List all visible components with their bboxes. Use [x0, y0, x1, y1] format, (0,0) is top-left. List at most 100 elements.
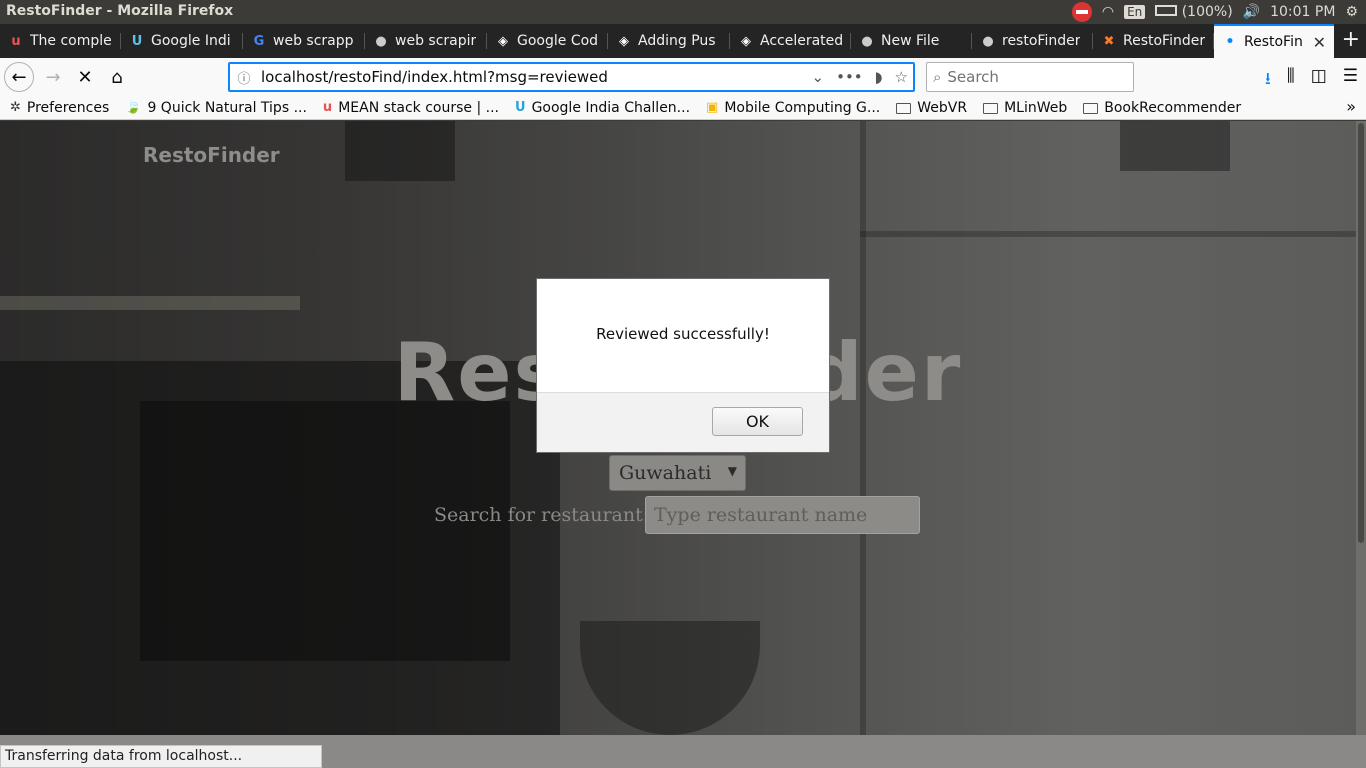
back-button[interactable]: ← — [4, 62, 34, 92]
tab-10[interactable]: • RestoFin ✕ — [1214, 24, 1334, 58]
home-button[interactable]: ⌂ — [102, 62, 132, 92]
city-selected-value: Guwahati — [619, 462, 712, 484]
udemy-icon: u — [11, 33, 21, 49]
clock[interactable]: 10:01 PM — [1270, 4, 1335, 20]
chevron-down-icon[interactable]: ⌄ — [812, 68, 825, 86]
background-lamp — [1120, 121, 1230, 171]
ok-button[interactable]: OK — [712, 407, 803, 436]
battery-indicator[interactable]: (100%) — [1155, 4, 1233, 20]
bookmarks-toolbar: ✲ Preferences 🍃 9 Quick Natural Tips ... u ME… — [0, 96, 1366, 120]
url-text[interactable]: localhost/restoFind/index.html?msg=revie… — [259, 68, 812, 86]
loading-dot-icon: • — [1225, 34, 1235, 50]
background-coffee-machine — [140, 401, 510, 661]
alert-footer: OK — [537, 392, 829, 452]
new-tab-plus-icon[interactable]: + — [1342, 27, 1360, 52]
settings-gear-icon[interactable]: ⚙ — [1345, 4, 1358, 20]
bookmark-item[interactable]: 🍃 9 Quick Natural Tips ... — [125, 100, 307, 116]
status-text: Transferring data from localhost... — [0, 745, 322, 768]
window-title: RestoFinder - Mozilla Firefox — [6, 3, 234, 19]
no-entry-icon[interactable] — [1071, 2, 1092, 22]
volume-icon[interactable]: 🔊 — [1243, 4, 1260, 20]
bookmark-item[interactable]: MLinWeb — [983, 100, 1067, 116]
tab-3[interactable]: ● web scrapir — [365, 24, 487, 58]
restaurant-search-input[interactable]: Type restaurant name — [645, 496, 920, 534]
library-icon[interactable]: ⫼ — [1287, 66, 1295, 95]
web-icon: ◈ — [619, 33, 629, 49]
city-select[interactable]: Guwahati ▼ — [609, 455, 746, 491]
tab-4[interactable]: ◈ Google Cod — [487, 24, 608, 58]
bookmark-item[interactable]: ✲ Preferences — [10, 100, 109, 116]
pocket-icon[interactable]: ◗ — [875, 68, 883, 86]
tab-strip: u The comple U Google Indi Gweb scrapp ● web s… — [0, 24, 1366, 58]
sidebar-icon[interactable]: ◫ — [1311, 66, 1327, 95]
background-window-frame — [860, 121, 866, 735]
gear-icon: ✲ — [10, 100, 21, 115]
bookmark-label: BookRecommender — [1104, 99, 1242, 116]
tab-label: Google Indi — [151, 33, 231, 49]
hackerearth-icon: U — [131, 33, 143, 49]
tab-label: Google Cod — [517, 33, 599, 49]
bookmark-item[interactable]: ▣ Mobile Computing G... — [706, 100, 880, 116]
bookmark-label: WebVR — [917, 99, 968, 116]
github-icon: ● — [982, 33, 994, 49]
keyboard-layout-indicator[interactable]: En — [1124, 5, 1146, 19]
bookmark-label: MEAN stack course | ... — [338, 99, 499, 116]
restaurant-search-label: Search for restaurant: — [434, 504, 650, 526]
tab-label: The comple — [30, 33, 112, 49]
tab-9[interactable]: ✖ RestoFinder — [1093, 24, 1214, 58]
search-placeholder: Search — [947, 68, 999, 86]
chevron-down-icon: ▼ — [727, 464, 737, 478]
os-top-panel: RestoFinder - Mozilla Firefox ◠ En (100%… — [0, 0, 1366, 24]
url-bar[interactable]: ⓘ localhost/restoFind/index.html?msg=rev… — [228, 62, 915, 92]
hamburger-menu-icon[interactable]: ☰ — [1343, 66, 1358, 95]
alert-message: Reviewed successfully! — [596, 325, 770, 343]
tab-8[interactable]: ● restoFinder — [972, 24, 1093, 58]
page-actions-icon[interactable]: ••• — [836, 68, 863, 86]
background-cup — [580, 621, 760, 735]
home-icon: ⌂ — [111, 66, 123, 88]
tab-0[interactable]: u The comple — [0, 24, 121, 58]
github-icon: ● — [861, 33, 873, 49]
chevron-double-right-icon[interactable]: » — [1346, 97, 1356, 116]
google-icon: G — [253, 33, 265, 49]
site-info-icon[interactable]: ⓘ — [229, 68, 259, 87]
folder-icon — [983, 103, 999, 114]
tab-label: New File — [881, 33, 940, 49]
web-icon: ◈ — [741, 33, 751, 49]
bookmark-item[interactable]: U Google India Challen... — [515, 100, 690, 116]
forward-button[interactable]: → — [38, 62, 68, 92]
tab-7[interactable]: ● New File — [851, 24, 972, 58]
bookmark-item[interactable]: u MEAN stack course | ... — [323, 100, 499, 116]
xampp-icon: ✖ — [1103, 33, 1115, 49]
bookmark-star-icon[interactable]: ☆ — [895, 68, 908, 86]
wifi-icon[interactable]: ◠ — [1102, 4, 1114, 20]
restaurant-search-placeholder: Type restaurant name — [654, 504, 868, 526]
search-icon: ⌕ — [933, 68, 942, 86]
tab-5[interactable]: ◈ Adding Pus — [608, 24, 730, 58]
status-area: Transferring data from localhost... — [0, 735, 1366, 768]
stop-x-icon: ✕ — [77, 66, 93, 88]
bookmark-item[interactable]: WebVR — [896, 100, 967, 116]
web-icon: ◈ — [498, 33, 508, 49]
bookmark-label: Mobile Computing G... — [724, 99, 881, 116]
folder-icon — [1083, 103, 1099, 114]
download-icon[interactable]: ⭳ — [1265, 66, 1271, 95]
stop-button[interactable]: ✕ — [70, 62, 100, 92]
bookmark-item[interactable]: BookRecommender — [1083, 100, 1241, 116]
bookmark-label: MLinWeb — [1004, 99, 1068, 116]
site-brand-link[interactable]: RestoFinder — [143, 143, 280, 167]
page-scrollbar[interactable] — [1356, 121, 1366, 735]
arrow-right-icon: → — [45, 66, 61, 88]
bookmark-label: Google India Challen... — [531, 99, 691, 116]
tab-6[interactable]: ◈ Accelerated — [730, 24, 851, 58]
tab-label: restoFinder — [1002, 33, 1081, 49]
tab-label: Adding Pus — [638, 33, 716, 49]
tab-1[interactable]: U Google Indi — [121, 24, 243, 58]
tab-label: Accelerated — [760, 33, 844, 49]
arrow-left-icon: ← — [11, 66, 27, 88]
search-box[interactable]: ⌕ Search — [926, 62, 1134, 92]
hackerearth-icon: U — [515, 100, 526, 115]
tab-2[interactable]: Gweb scrapp — [243, 24, 365, 58]
scrollbar-thumb[interactable] — [1358, 123, 1364, 543]
close-tab-icon[interactable]: ✕ — [1313, 33, 1326, 52]
